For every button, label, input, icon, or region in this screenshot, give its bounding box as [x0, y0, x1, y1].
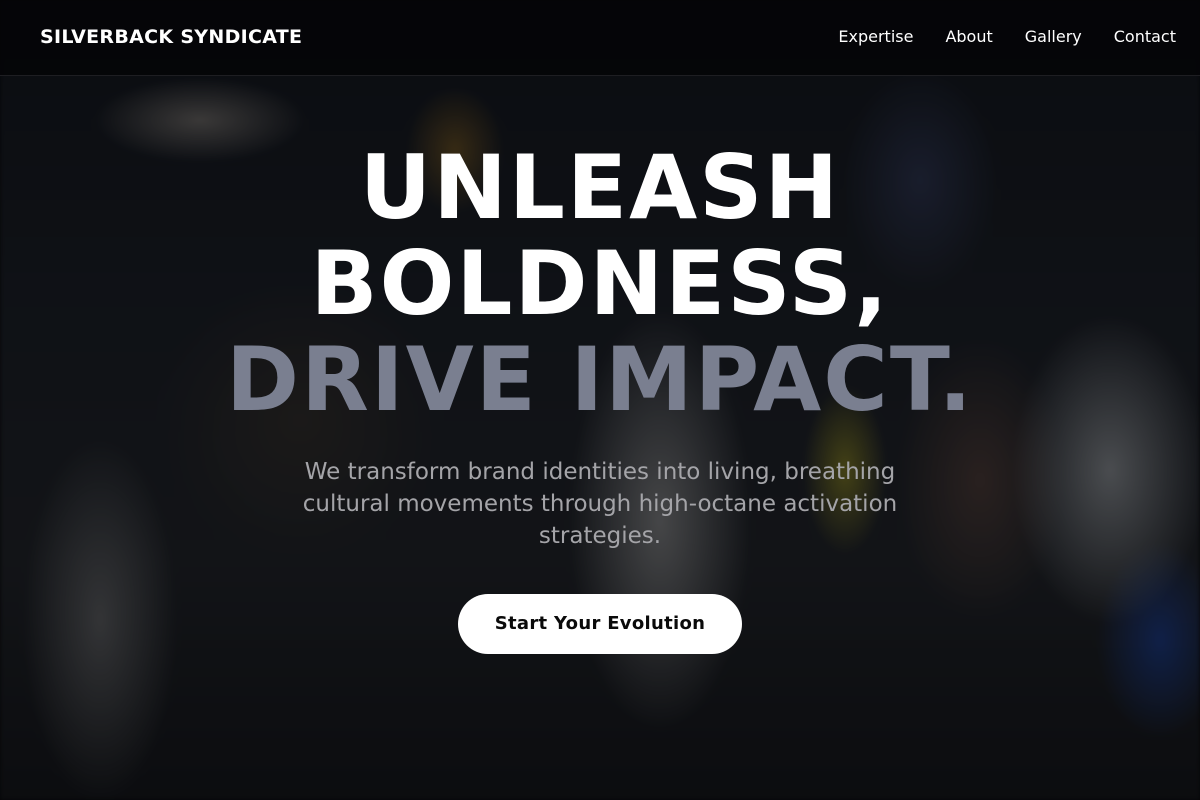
- nav-link-gallery[interactable]: Gallery: [1025, 27, 1082, 46]
- top-navigation-bar: SILVERBACK SYNDICATE Expertise About Gal…: [0, 0, 1200, 76]
- start-evolution-button[interactable]: Start Your Evolution: [458, 594, 742, 654]
- headline-line-1: UNLEASH: [359, 136, 841, 239]
- main-nav: Expertise About Gallery Contact: [838, 27, 1176, 46]
- headline-line-2: BOLDNESS,: [310, 232, 890, 335]
- hero-headline: UNLEASH BOLDNESS, DRIVE IMPACT.: [0, 140, 1200, 428]
- hero-section: UNLEASH BOLDNESS, DRIVE IMPACT. We trans…: [0, 140, 1200, 654]
- landing-page: SILVERBACK SYNDICATE Expertise About Gal…: [0, 0, 1200, 800]
- brand-logo-link[interactable]: SILVERBACK SYNDICATE: [40, 26, 302, 48]
- nav-link-contact[interactable]: Contact: [1114, 27, 1176, 46]
- nav-link-about[interactable]: About: [945, 27, 992, 46]
- nav-link-expertise[interactable]: Expertise: [838, 27, 913, 46]
- hero-subtitle: We transform brand identities into livin…: [302, 459, 898, 549]
- headline-line-3: DRIVE IMPACT.: [226, 328, 974, 431]
